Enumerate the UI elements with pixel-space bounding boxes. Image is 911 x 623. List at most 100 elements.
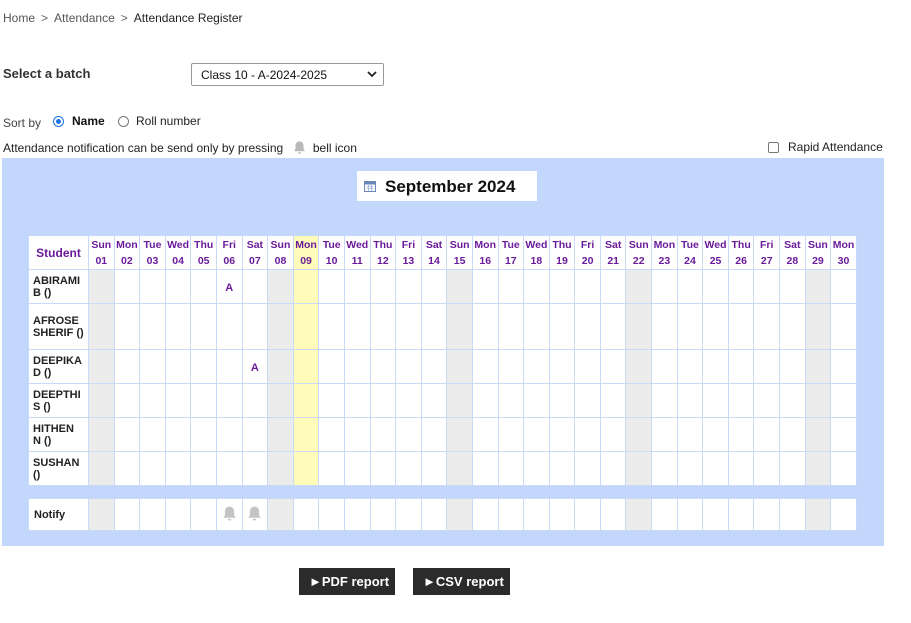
attendance-cell[interactable] — [523, 451, 550, 486]
attendance-cell[interactable] — [727, 417, 755, 452]
attendance-cell[interactable] — [88, 269, 115, 304]
attendance-cell[interactable] — [343, 269, 371, 304]
attendance-cell[interactable] — [830, 383, 857, 418]
attendance-cell[interactable] — [164, 451, 192, 486]
attendance-cell[interactable] — [753, 269, 781, 304]
attendance-cell[interactable] — [497, 451, 525, 486]
attendance-cell[interactable] — [267, 417, 294, 452]
attendance-cell[interactable] — [215, 451, 243, 486]
attendance-cell[interactable] — [88, 383, 115, 418]
attendance-cell[interactable] — [779, 269, 806, 304]
attendance-cell[interactable] — [215, 383, 243, 418]
attendance-cell[interactable] — [113, 383, 141, 418]
attendance-cell[interactable] — [267, 303, 294, 350]
attendance-cell[interactable] — [599, 303, 627, 350]
attendance-cell[interactable] — [471, 417, 499, 452]
attendance-cell[interactable] — [420, 303, 448, 350]
attendance-cell[interactable] — [343, 303, 371, 350]
notify-cell[interactable] — [215, 498, 243, 531]
attendance-cell[interactable] — [753, 349, 781, 384]
attendance-cell[interactable] — [779, 417, 806, 452]
bell-icon[interactable] — [221, 505, 238, 522]
breadcrumb-home[interactable]: Home — [3, 11, 35, 25]
bell-icon[interactable] — [246, 505, 263, 522]
attendance-cell[interactable] — [292, 349, 320, 384]
attendance-cell[interactable] — [753, 383, 781, 418]
attendance-cell[interactable] — [702, 303, 729, 350]
attendance-cell[interactable] — [804, 417, 832, 452]
attendance-cell[interactable] — [395, 417, 422, 452]
attendance-cell[interactable] — [625, 451, 653, 486]
attendance-cell[interactable] — [625, 303, 653, 350]
attendance-cell[interactable] — [676, 303, 704, 350]
attendance-cell[interactable] — [190, 349, 217, 384]
sort-name-radio[interactable] — [53, 116, 64, 127]
attendance-cell[interactable] — [292, 303, 320, 350]
attendance-cell[interactable] — [164, 269, 192, 304]
attendance-cell[interactable] — [369, 383, 397, 418]
attendance-cell[interactable] — [727, 303, 755, 350]
attendance-cell[interactable] — [190, 451, 217, 486]
attendance-cell[interactable] — [139, 349, 166, 384]
attendance-cell[interactable] — [574, 269, 601, 304]
attendance-cell[interactable] — [267, 451, 294, 486]
attendance-cell[interactable] — [497, 349, 525, 384]
attendance-cell[interactable] — [599, 349, 627, 384]
attendance-cell[interactable] — [88, 417, 115, 452]
attendance-cell[interactable] — [702, 417, 729, 452]
attendance-cell[interactable] — [292, 417, 320, 452]
attendance-cell[interactable] — [318, 417, 345, 452]
attendance-cell[interactable] — [599, 417, 627, 452]
attendance-cell[interactable] — [779, 383, 806, 418]
attendance-cell[interactable] — [727, 451, 755, 486]
attendance-cell[interactable] — [190, 269, 217, 304]
attendance-cell[interactable] — [471, 383, 499, 418]
attendance-cell[interactable] — [292, 383, 320, 418]
attendance-cell[interactable] — [830, 417, 857, 452]
attendance-cell[interactable] — [318, 269, 345, 304]
attendance-cell[interactable] — [830, 269, 857, 304]
attendance-cell[interactable] — [369, 417, 397, 452]
attendance-cell[interactable] — [625, 383, 653, 418]
attendance-cell[interactable] — [548, 303, 576, 350]
attendance-cell[interactable] — [753, 417, 781, 452]
attendance-cell[interactable] — [651, 303, 678, 350]
attendance-cell[interactable] — [523, 349, 550, 384]
attendance-cell[interactable] — [574, 383, 601, 418]
attendance-cell[interactable] — [395, 451, 422, 486]
attendance-cell[interactable] — [215, 417, 243, 452]
attendance-cell[interactable] — [651, 451, 678, 486]
attendance-cell[interactable] — [727, 349, 755, 384]
attendance-cell[interactable] — [369, 269, 397, 304]
attendance-cell[interactable] — [625, 417, 653, 452]
attendance-cell[interactable] — [267, 269, 294, 304]
attendance-cell[interactable] — [113, 349, 141, 384]
attendance-cell[interactable] — [651, 269, 678, 304]
attendance-cell[interactable] — [446, 383, 473, 418]
attendance-cell[interactable] — [139, 451, 166, 486]
attendance-cell[interactable] — [574, 303, 601, 350]
attendance-cell[interactable] — [139, 303, 166, 350]
sort-roll-radio[interactable] — [118, 116, 129, 127]
rapid-attendance-checkbox[interactable] — [768, 142, 779, 153]
attendance-cell[interactable] — [395, 383, 422, 418]
attendance-cell[interactable] — [548, 417, 576, 452]
attendance-cell[interactable] — [497, 383, 525, 418]
attendance-cell[interactable] — [215, 349, 243, 384]
attendance-cell[interactable] — [113, 417, 141, 452]
attendance-cell[interactable] — [599, 451, 627, 486]
attendance-cell[interactable] — [446, 451, 473, 486]
attendance-cell[interactable] — [779, 451, 806, 486]
attendance-cell[interactable] — [241, 383, 269, 418]
attendance-cell[interactable] — [625, 269, 653, 304]
attendance-cell[interactable] — [395, 349, 422, 384]
attendance-cell[interactable] — [727, 269, 755, 304]
calendar-icon[interactable] — [364, 180, 376, 192]
attendance-cell[interactable] — [651, 417, 678, 452]
attendance-cell[interactable] — [113, 303, 141, 350]
attendance-cell[interactable] — [420, 269, 448, 304]
attendance-cell[interactable]: A — [241, 349, 269, 384]
attendance-cell[interactable] — [651, 383, 678, 418]
attendance-cell[interactable] — [292, 269, 320, 304]
month-selector[interactable]: September 2024 — [357, 171, 537, 201]
